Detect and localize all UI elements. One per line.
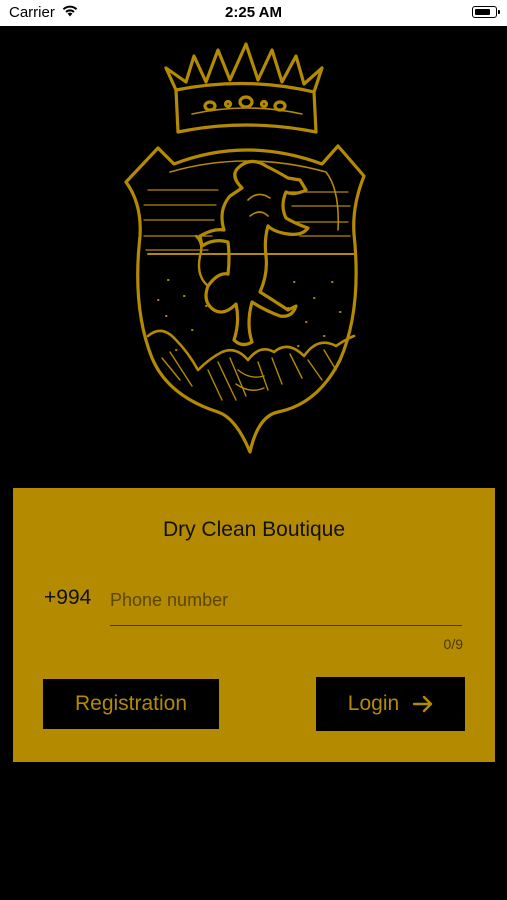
login-button-label: Login <box>347 692 400 715</box>
crest-logo-icon <box>124 42 366 454</box>
clock: 2:25 AM <box>225 4 282 21</box>
arrow-right-icon <box>413 695 433 713</box>
battery-icon <box>472 6 500 18</box>
login-button[interactable]: Login <box>316 677 465 731</box>
registration-button-label: Registration <box>74 692 188 715</box>
phone-prefix: +994 <box>44 586 92 609</box>
login-card: Dry Clean Boutique +994 0/9 Registration… <box>13 488 495 762</box>
phone-char-counter: 0/9 <box>443 636 463 652</box>
status-bar: Carrier 2:25 AM <box>0 0 507 26</box>
phone-input[interactable] <box>110 583 462 626</box>
registration-button[interactable]: Registration <box>43 679 219 729</box>
app-title: Dry Clean Boutique <box>162 518 346 541</box>
